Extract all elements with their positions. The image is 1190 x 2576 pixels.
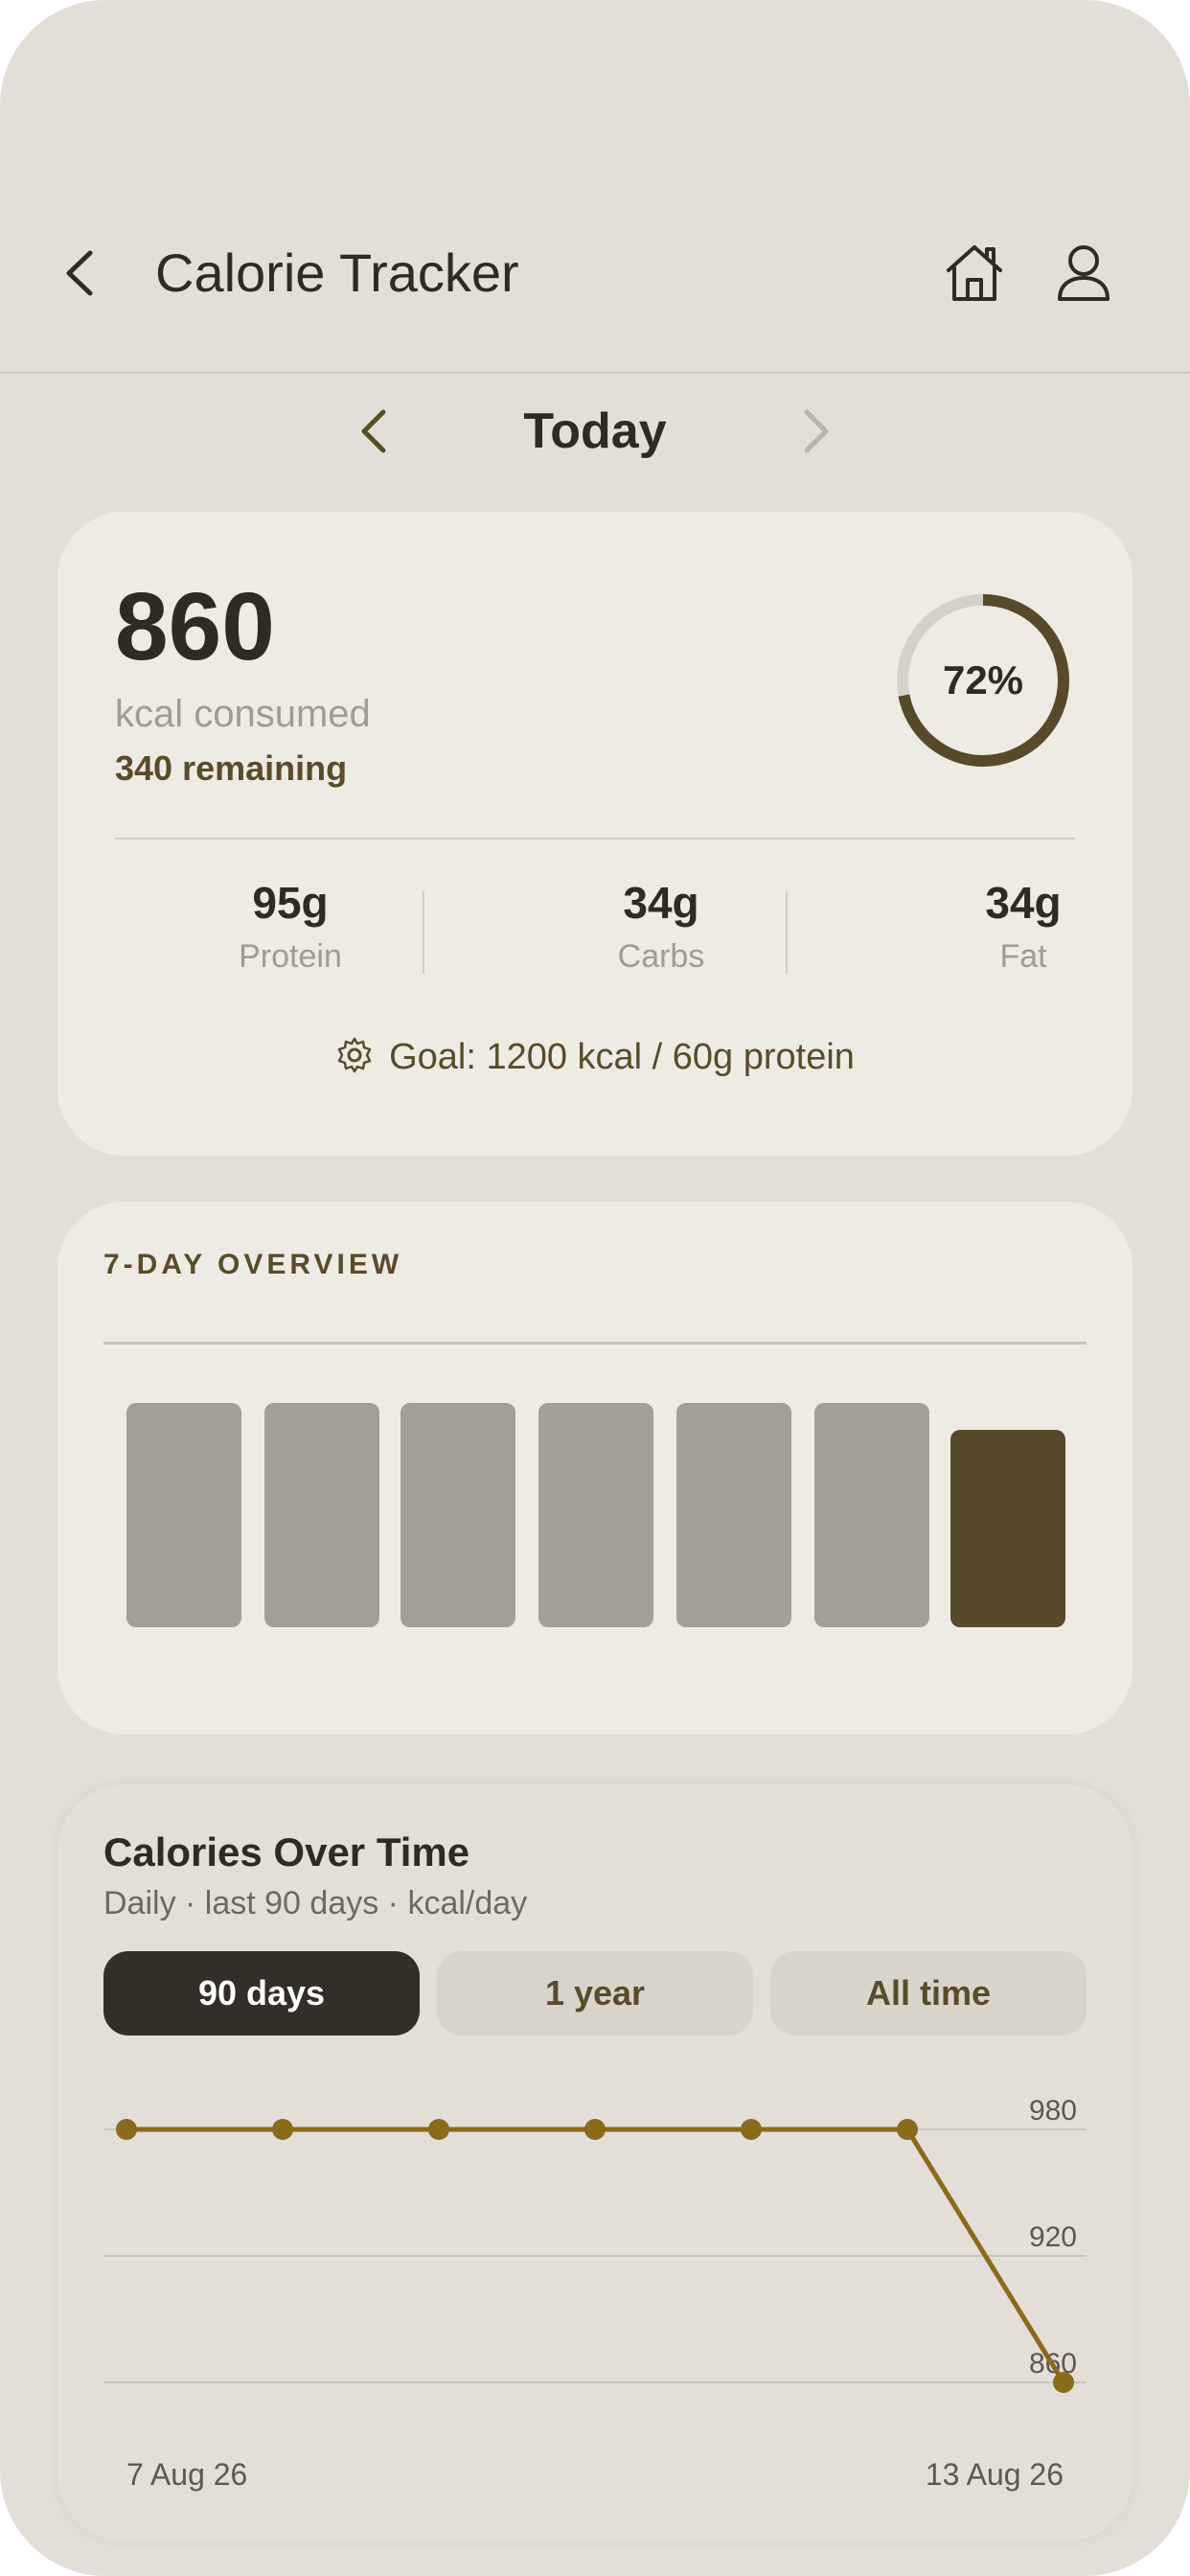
chevron-left-icon bbox=[66, 250, 93, 296]
data-point[interactable] bbox=[897, 2119, 918, 2140]
y-tick-label: 980 bbox=[1029, 2095, 1077, 2127]
overview-bar bbox=[126, 1403, 241, 1627]
home-icon bbox=[947, 245, 1002, 301]
x-axis-start-label: 7 Aug 26 bbox=[126, 2457, 248, 2492]
macro-fat: 34g Fat bbox=[863, 874, 1183, 978]
seven-day-overview-card: 7-DAY OVERVIEW bbox=[57, 1202, 1133, 1735]
macro-label: Carbs bbox=[617, 938, 705, 975]
goal-text: Goal: 1200 kcal / 60g protein bbox=[389, 1037, 855, 1077]
back-button[interactable] bbox=[56, 240, 103, 307]
progress-percent: 72% bbox=[942, 657, 1024, 702]
macro-carbs: 34g Carbs bbox=[501, 874, 821, 978]
profile-button[interactable] bbox=[1054, 242, 1113, 305]
overview-bar bbox=[814, 1403, 929, 1627]
calories-over-time-card: Calories Over Time Daily · last 90 days … bbox=[57, 1784, 1133, 2542]
data-point[interactable] bbox=[428, 2119, 449, 2140]
kcal-remaining: 340 remaining bbox=[115, 748, 348, 788]
goal-setting[interactable]: Goal: 1200 kcal / 60g protein bbox=[57, 1033, 1133, 1081]
macro-label: Fat bbox=[999, 938, 1047, 975]
y-tick-label: 920 bbox=[1029, 2221, 1077, 2253]
x-axis-end-label: 13 Aug 26 bbox=[925, 2457, 1064, 2492]
chevron-right-icon bbox=[804, 409, 829, 453]
data-point[interactable] bbox=[741, 2119, 762, 2140]
kcal-consumed-value: 860 bbox=[115, 573, 275, 680]
macro-separator bbox=[786, 891, 788, 974]
macro-value: 34g bbox=[623, 878, 699, 928]
app-screen: Calorie Tracker Today 860 kcal consumed … bbox=[0, 0, 1190, 2576]
overview-bar bbox=[676, 1403, 791, 1627]
macro-label: Protein bbox=[239, 938, 342, 975]
overview-bars bbox=[57, 1202, 1133, 1735]
overview-bar bbox=[538, 1403, 653, 1627]
kcal-consumed-label: kcal consumed bbox=[115, 693, 371, 735]
macro-protein: 95g Protein bbox=[130, 874, 450, 978]
calories-line-chart: 980920860 bbox=[103, 2095, 1087, 2393]
macro-value: 34g bbox=[985, 878, 1062, 928]
daily-summary-card: 860 kcal consumed 340 remaining 72% 95g … bbox=[57, 512, 1133, 1156]
gear-icon bbox=[337, 1037, 372, 1073]
data-point[interactable] bbox=[584, 2119, 606, 2140]
user-icon bbox=[1058, 245, 1110, 301]
overview-bar bbox=[400, 1403, 515, 1627]
page-title: Calorie Tracker bbox=[155, 242, 519, 303]
macro-value: 95g bbox=[252, 878, 329, 928]
app-header: Calorie Tracker bbox=[0, 0, 1190, 374]
data-point[interactable] bbox=[1053, 2372, 1074, 2393]
macro-separator bbox=[423, 891, 424, 974]
current-day-label: Today bbox=[523, 403, 667, 459]
next-day-button[interactable] bbox=[797, 402, 835, 460]
divider bbox=[115, 838, 1075, 840]
overview-bar bbox=[264, 1403, 379, 1627]
data-point[interactable] bbox=[272, 2119, 293, 2140]
data-point[interactable] bbox=[116, 2119, 137, 2140]
home-button[interactable] bbox=[941, 242, 1008, 305]
overview-bar bbox=[950, 1430, 1065, 1627]
